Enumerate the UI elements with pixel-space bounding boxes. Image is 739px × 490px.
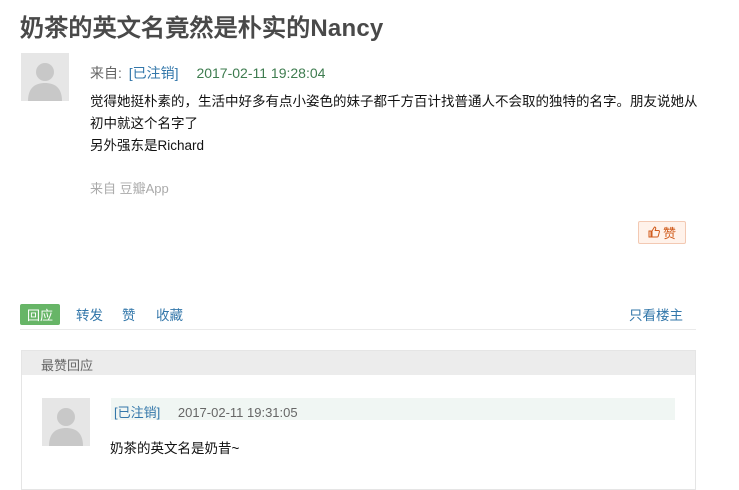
post-paragraph: 另外强东是Richard: [90, 138, 205, 153]
top-replies-section: 最赞回应 [已注销] 2017-02-11 19:31:05 奶茶的英文名是奶昔…: [21, 350, 696, 490]
post-meta: 来自: [已注销] 2017-02-11 19:28:04: [90, 63, 325, 83]
page-title: 奶茶的英文名竟然是朴实的Nancy: [20, 15, 384, 42]
author-avatar[interactable]: [21, 53, 69, 101]
reply-text: 奶茶的英文名是奶昔~: [110, 441, 240, 456]
thumbs-up-icon: [648, 225, 660, 240]
like-link[interactable]: 赞: [122, 304, 136, 324]
reply-time: 2017-02-11 19:31:05: [177, 405, 298, 420]
default-avatar-icon: [42, 398, 90, 446]
action-bar: 回应 转发 赞 收藏 只看楼主: [20, 302, 696, 330]
like-button-label: 赞: [662, 226, 676, 241]
reply-author-avatar[interactable]: [42, 398, 90, 446]
post-paragraph: 觉得她挺朴素的，生活中好多有点小姿色的妹子都千方百计找普通人不会取的独特的名字。…: [90, 94, 698, 131]
reply-tab[interactable]: 回应: [20, 304, 61, 325]
default-avatar-icon: [21, 53, 69, 101]
like-button[interactable]: 赞: [638, 221, 686, 244]
post-body: 觉得她挺朴素的，生活中好多有点小姿色的妹子都千方百计找普通人不会取的独特的名字。…: [90, 91, 705, 157]
reply-meta: [已注销] 2017-02-11 19:31:05: [111, 398, 675, 420]
post-source: 来自 豆瓣App: [90, 181, 169, 196]
top-replies-header: 最赞回应: [22, 351, 695, 375]
forward-link[interactable]: 转发: [76, 304, 103, 324]
publish-time: 2017-02-11 19:28:04: [196, 65, 326, 81]
author-link[interactable]: [已注销]: [129, 65, 179, 81]
from-label: 来自:: [90, 65, 122, 81]
collect-link[interactable]: 收藏: [156, 304, 183, 324]
op-only-link[interactable]: 只看楼主: [629, 304, 683, 324]
reply-author-link[interactable]: [已注销]: [114, 405, 160, 420]
